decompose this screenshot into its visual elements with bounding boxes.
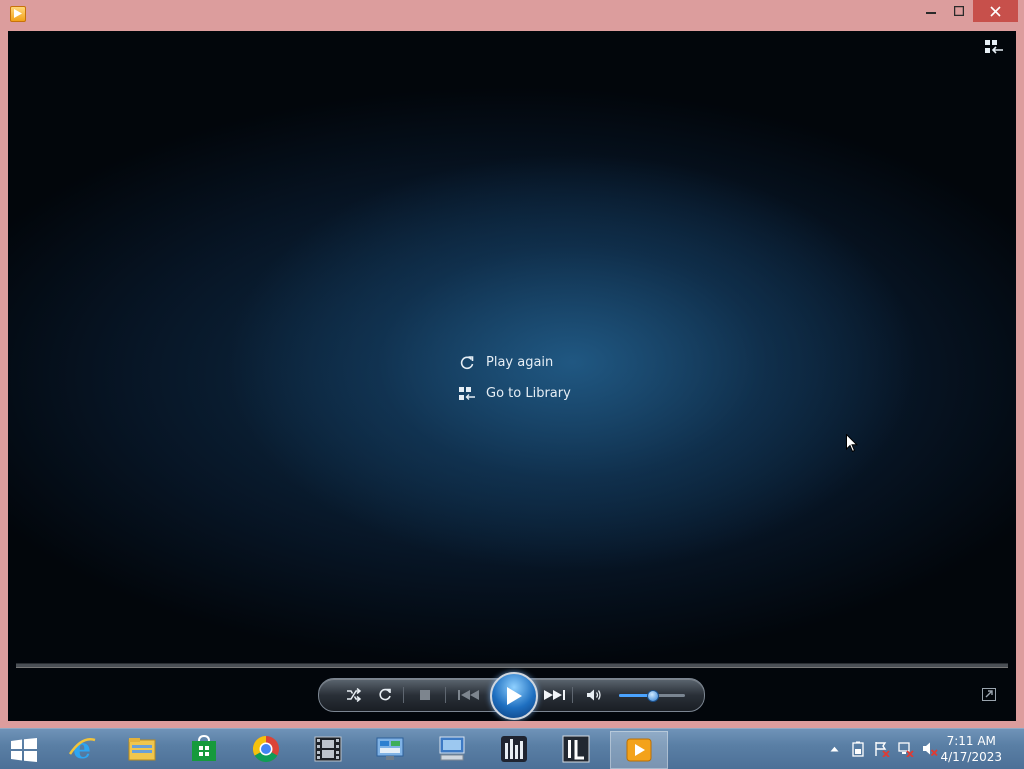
show-hidden-icons-button[interactable] — [826, 741, 842, 757]
tray-battery[interactable] — [850, 741, 866, 757]
show-hidden-icons-icon — [830, 746, 838, 752]
previous-button[interactable] — [454, 685, 484, 705]
windows-media-player-icon — [10, 6, 26, 22]
transport-controls — [318, 672, 705, 720]
store-icon — [192, 735, 216, 761]
play-again-label: Play again — [486, 355, 554, 370]
app-l-icon — [562, 735, 590, 763]
taskbar-app-file-explorer[interactable] — [114, 731, 170, 767]
separator — [403, 687, 404, 703]
play-button[interactable] — [490, 672, 538, 720]
close-button[interactable] — [973, 0, 1018, 22]
volume-muted-icon — [923, 742, 938, 757]
end-of-media-menu: Play again Go to Library — [458, 347, 571, 409]
seek-bar[interactable] — [16, 663, 1008, 668]
shuffle-icon — [347, 688, 362, 702]
mute-button[interactable] — [583, 685, 605, 705]
media-player-window: Play again Go to Library — [0, 0, 1024, 728]
minimize-button[interactable] — [916, 0, 946, 22]
taskbar-app-media-player[interactable] — [610, 731, 668, 769]
computer-icon — [439, 736, 465, 761]
taskbar-app-remote-desktop[interactable] — [424, 731, 480, 767]
ie-icon: e — [68, 734, 96, 764]
taskbar-app-control-panel[interactable] — [362, 731, 418, 767]
go-to-library-label: Go to Library — [486, 386, 571, 401]
tray-network[interactable] — [898, 741, 914, 757]
volume-slider[interactable] — [619, 690, 685, 702]
taskbar-app-chrome[interactable] — [238, 731, 294, 767]
tray-volume[interactable] — [922, 741, 938, 757]
control-panel-icon — [376, 737, 404, 760]
action-center-icon — [875, 742, 890, 757]
taskbar-app-equalizer[interactable] — [486, 731, 542, 767]
film-icon — [314, 736, 342, 762]
fullscreen-toggle-icon — [982, 688, 996, 701]
switch-to-library-button[interactable] — [984, 39, 1004, 55]
separator — [572, 687, 573, 703]
repeat-button[interactable] — [374, 685, 396, 705]
close-icon — [990, 5, 1001, 17]
switch-to-library-icon — [985, 40, 1003, 54]
now-playing-area: Play again Go to Library — [8, 31, 1016, 721]
library-grid-icon — [458, 386, 476, 402]
battery-icon — [852, 741, 864, 757]
clock-time: 7:11 AM — [946, 734, 996, 748]
next-button[interactable] — [539, 685, 569, 705]
folder-icon — [128, 738, 156, 761]
tray-action-center[interactable] — [874, 741, 890, 757]
separator — [445, 687, 446, 703]
taskbar-app-movie-maker[interactable] — [300, 731, 356, 767]
previous-icon — [458, 690, 479, 700]
mouse-cursor-icon — [846, 434, 858, 453]
chrome-icon — [252, 735, 279, 763]
next-icon — [544, 690, 565, 700]
media-player-icon — [626, 738, 652, 762]
play-icon — [507, 687, 522, 705]
speaker-icon — [587, 689, 601, 701]
system-tray — [826, 739, 938, 759]
go-to-library-link[interactable]: Go to Library — [458, 378, 571, 409]
taskbar-app-store[interactable] — [176, 731, 232, 767]
taskbar-app-internet-explorer[interactable]: e — [54, 731, 110, 767]
maximize-button[interactable] — [944, 0, 974, 22]
play-again-link[interactable]: Play again — [458, 347, 571, 378]
equalizer-icon — [501, 736, 527, 762]
fullscreen-toggle-button[interactable] — [982, 686, 996, 701]
shuffle-button[interactable] — [343, 685, 365, 705]
network-icon — [898, 742, 914, 757]
repeat-icon — [379, 688, 391, 701]
stop-icon — [420, 690, 430, 700]
taskbar-app-l[interactable] — [548, 731, 604, 767]
refresh-icon — [458, 355, 476, 371]
taskbar: e 7:11 AM 4/17/2023 — [0, 728, 1024, 769]
windows-start-icon — [11, 738, 37, 762]
title-bar[interactable] — [0, 0, 1024, 26]
taskbar-clock[interactable]: 7:11 AM 4/17/2023 — [940, 733, 1002, 765]
maximize-icon — [954, 6, 964, 16]
start-button[interactable] — [10, 738, 38, 762]
volume-knob[interactable] — [647, 690, 659, 702]
clock-date: 4/17/2023 — [940, 750, 1002, 764]
stop-button[interactable] — [414, 685, 436, 705]
minimize-icon — [926, 12, 936, 14]
